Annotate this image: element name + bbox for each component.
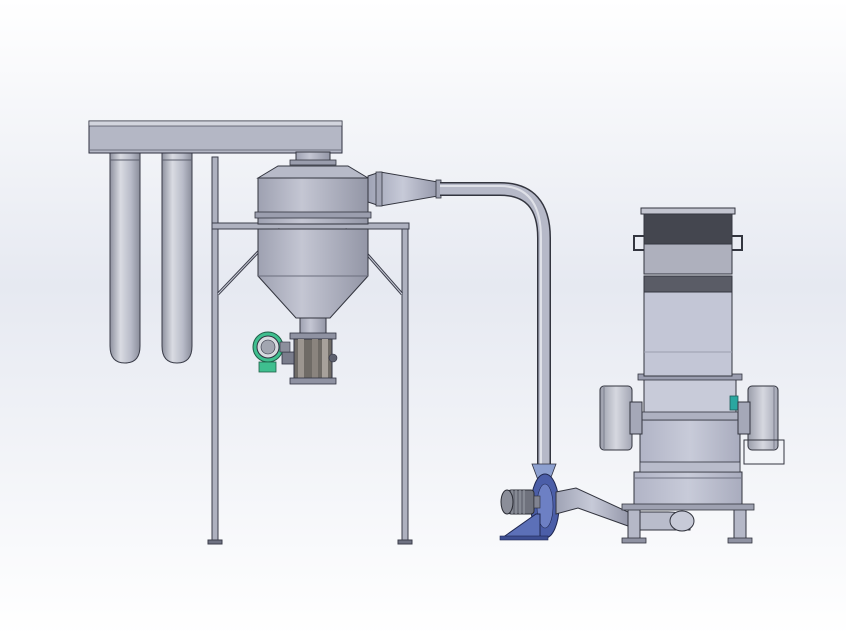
blower-motor	[500, 489, 541, 515]
machine-assembly-drawing	[0, 0, 846, 636]
bag-filter-header	[88, 120, 343, 154]
filter-bag	[161, 151, 193, 364]
crusher-body	[636, 373, 744, 473]
filter-bag	[109, 151, 141, 364]
cad-viewport	[0, 0, 846, 636]
crusher-hopper	[633, 207, 743, 377]
